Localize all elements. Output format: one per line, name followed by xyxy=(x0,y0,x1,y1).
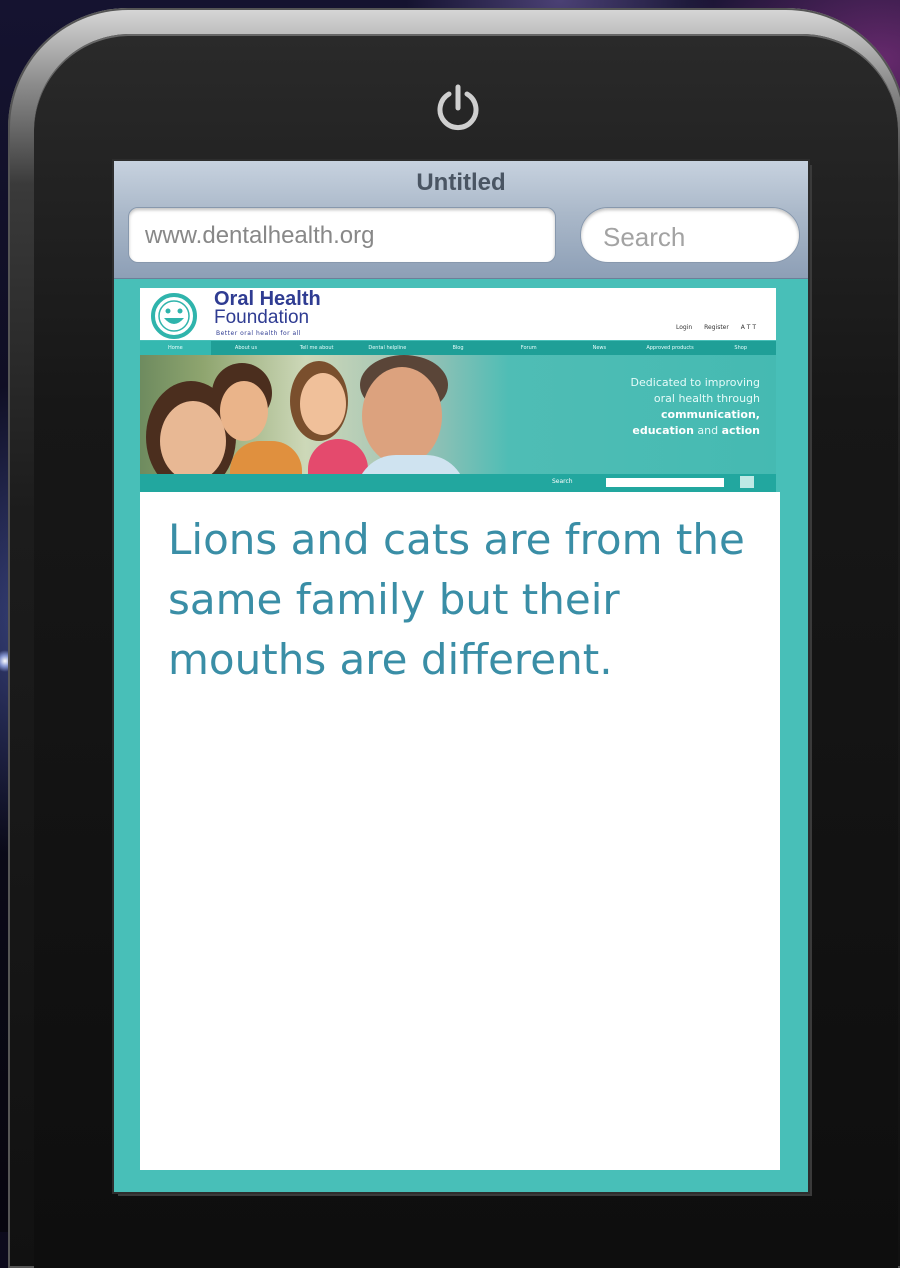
logo-subtitle[interactable]: Foundation xyxy=(214,307,309,329)
nav-item-shop[interactable]: Shop xyxy=(705,341,776,355)
search-input[interactable]: Search xyxy=(580,207,800,263)
nav-item-blog[interactable]: Blog xyxy=(423,341,494,355)
header-links: Login Register A T T xyxy=(666,324,756,331)
content-panel: Lions and cats are from the same family … xyxy=(140,492,780,1170)
site-search-bar: Search xyxy=(140,474,776,492)
browser-toolbar: Untitled www.dentalhealth.org Search xyxy=(114,161,808,279)
logo-tagline: Better oral health for all xyxy=(216,330,302,337)
url-input[interactable]: www.dentalhealth.org xyxy=(128,207,556,263)
site-header: Oral Health Foundation Better oral healt… xyxy=(140,288,776,340)
power-icon[interactable] xyxy=(432,82,484,134)
hero-tagline: Dedicated to improving oral health throu… xyxy=(630,376,760,437)
page-title: Untitled xyxy=(416,169,506,196)
login-link[interactable]: Login xyxy=(676,324,692,331)
site-nav: Home About us Tell me about Dental helpl… xyxy=(140,341,776,355)
smiley-logo-icon[interactable] xyxy=(150,292,198,340)
text-size-control[interactable]: A T T xyxy=(741,324,756,331)
nav-item-forum[interactable]: Forum xyxy=(493,341,564,355)
nav-item-tell-me-about[interactable]: Tell me about xyxy=(281,341,352,355)
register-link[interactable]: Register xyxy=(704,324,729,331)
nav-item-approved-products[interactable]: Approved products xyxy=(635,341,706,355)
search-icon[interactable] xyxy=(740,476,754,488)
nav-item-home[interactable]: Home xyxy=(140,341,211,355)
content-text: Lions and cats are from the same family … xyxy=(168,515,745,684)
nav-item-news[interactable]: News xyxy=(564,341,635,355)
site-search-input[interactable] xyxy=(606,478,724,487)
device-screen: Untitled www.dentalhealth.org Search Ora… xyxy=(114,161,808,1192)
nav-item-dental-helpline[interactable]: Dental helpline xyxy=(352,341,423,355)
nav-item-about-us[interactable]: About us xyxy=(211,341,282,355)
hero-banner: Dedicated to improving oral health throu… xyxy=(140,355,776,492)
site-search-label: Search xyxy=(552,478,573,485)
